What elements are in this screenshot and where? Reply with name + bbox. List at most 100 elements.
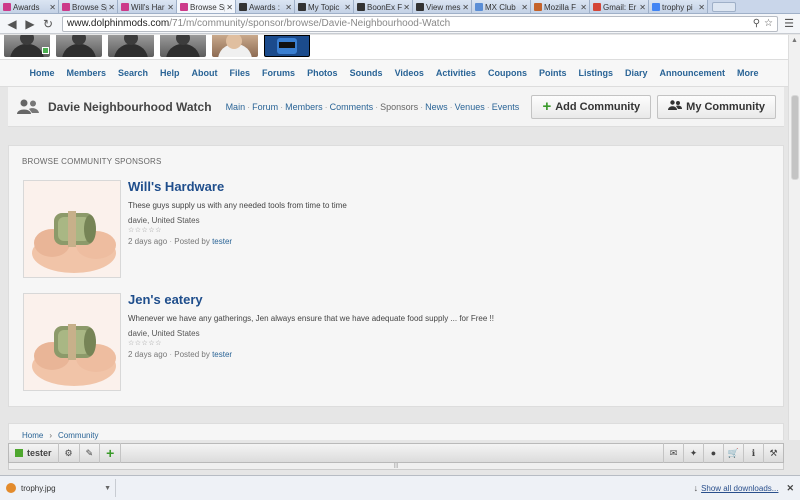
subnav-link-members[interactable]: Members xyxy=(285,102,323,112)
scroll-up-icon[interactable]: ▲ xyxy=(789,35,800,47)
nav-link-forums[interactable]: Forums xyxy=(262,68,295,78)
twitter-icon[interactable]: ✦ xyxy=(683,443,703,463)
back-icon[interactable]: ◀ xyxy=(4,16,20,32)
sponsor-meta: 2 days ago · Posted by tester xyxy=(128,237,233,246)
tab-close-icon[interactable]: ✕ xyxy=(462,3,469,12)
zoom-icon[interactable]: ⚲ xyxy=(753,18,760,29)
browser-tab[interactable]: Browse Sp ✕ xyxy=(59,0,118,13)
subnav-link-forum[interactable]: Forum xyxy=(252,102,278,112)
subnav-link-events[interactable]: Events xyxy=(492,102,520,112)
sponsor-thumbnail[interactable] xyxy=(23,293,121,391)
show-all-downloads-link[interactable]: Show all downloads... xyxy=(701,484,778,493)
wrench-icon[interactable]: ⚒ xyxy=(763,443,783,463)
subnav-link-main[interactable]: Main xyxy=(226,102,246,112)
nav-link-photos[interactable]: Photos xyxy=(307,68,338,78)
tab-close-icon[interactable]: ✕ xyxy=(226,3,233,12)
bookmark-star-icon[interactable]: ☆ xyxy=(764,18,773,29)
nav-link-search[interactable]: Search xyxy=(118,68,148,78)
rating-stars[interactable]: ☆☆☆☆☆ xyxy=(128,339,162,347)
avatar[interactable] xyxy=(160,35,206,57)
browser-tab[interactable]: Will's Har ✕ xyxy=(118,0,177,13)
scrollbar-thumb[interactable] xyxy=(791,95,799,180)
subnav-link-sponsors[interactable]: Sponsors xyxy=(380,102,418,112)
nav-link-activities[interactable]: Activities xyxy=(436,68,476,78)
browser-tab[interactable]: View mes ✕ xyxy=(413,0,472,13)
community-title: Davie Neighbourhood Watch xyxy=(48,99,212,114)
browser-tab-label: My Topic xyxy=(308,2,340,12)
nav-link-files[interactable]: Files xyxy=(230,68,251,78)
nav-link-videos[interactable]: Videos xyxy=(395,68,424,78)
download-item[interactable]: trophy.jpg ▼ xyxy=(6,479,116,497)
page-scrollbar[interactable]: ▲ xyxy=(788,35,800,440)
nav-link-sounds[interactable]: Sounds xyxy=(350,68,383,78)
new-tab-button[interactable] xyxy=(712,2,736,12)
author-link[interactable]: tester xyxy=(212,350,232,359)
mail-icon[interactable]: ✉ xyxy=(663,443,683,463)
subnav-link-news[interactable]: News xyxy=(425,102,448,112)
edit-icon[interactable]: ✎ xyxy=(80,443,101,463)
nav-link-announcement[interactable]: Announcement xyxy=(660,68,726,78)
subnav-link-venues[interactable]: Venues xyxy=(455,102,485,112)
avatar[interactable] xyxy=(56,35,102,57)
tab-close-icon[interactable]: ✕ xyxy=(639,3,646,12)
browser-tab[interactable]: Awards ✕ xyxy=(0,0,59,13)
reload-icon[interactable]: ↻ xyxy=(40,16,56,32)
browser-tab[interactable]: MX Club ✕ xyxy=(472,0,531,13)
nav-link-diary[interactable]: Diary xyxy=(625,68,648,78)
rating-stars[interactable]: ☆☆☆☆☆ xyxy=(128,226,162,234)
cart-icon[interactable]: 🛒 xyxy=(723,443,743,463)
nav-link-more[interactable]: More xyxy=(737,68,759,78)
sponsor-name-link[interactable]: Jen's eatery xyxy=(128,292,203,307)
nav-link-members[interactable]: Members xyxy=(66,68,106,78)
nav-link-about[interactable]: About xyxy=(192,68,218,78)
browser-tab[interactable]: My Topic ✕ xyxy=(295,0,354,13)
avatar[interactable] xyxy=(264,35,310,57)
my-community-button[interactable]: My Community xyxy=(657,94,776,119)
download-shelf: trophy.jpg ▼ ↓ Show all downloads... ✕ xyxy=(0,475,800,500)
browser-tab[interactable]: Awards : ✕ xyxy=(236,0,295,13)
breadcrumb-community[interactable]: Community xyxy=(58,431,98,440)
breadcrumb-home[interactable]: Home xyxy=(22,431,43,440)
avatar[interactable] xyxy=(4,35,50,57)
chevron-down-icon[interactable]: ▼ xyxy=(104,485,111,492)
nav-link-help[interactable]: Help xyxy=(160,68,180,78)
tab-close-icon[interactable]: ✕ xyxy=(285,3,292,12)
nav-link-points[interactable]: Points xyxy=(539,68,567,78)
browser-tab-label: Browse Sp xyxy=(72,2,108,12)
nav-link-coupons[interactable]: Coupons xyxy=(488,68,527,78)
browser-tab[interactable]: Mozilla F ✕ xyxy=(531,0,590,13)
nav-link-listings[interactable]: Listings xyxy=(578,68,613,78)
settings-gear-icon[interactable]: ⚙ xyxy=(59,443,80,463)
tab-close-icon[interactable]: ✕ xyxy=(403,3,410,12)
tab-close-icon[interactable]: ✕ xyxy=(49,3,56,12)
browser-address-bar: ◀ ▶ ↻ www.dolphinmods.com /71/m/communit… xyxy=(0,14,800,34)
browser-menu-icon[interactable]: ☰ xyxy=(782,17,796,30)
subnav-link-comments[interactable]: Comments xyxy=(330,102,374,112)
author-link[interactable]: tester xyxy=(212,237,232,246)
tab-close-icon[interactable]: ✕ xyxy=(698,3,705,12)
toolbar-resize-handle[interactable]: ||| xyxy=(8,463,784,470)
sponsor-name-link[interactable]: Will's Hardware xyxy=(128,179,224,194)
forward-icon[interactable]: ▶ xyxy=(22,16,38,32)
close-icon[interactable]: ✕ xyxy=(786,483,794,494)
browser-tab-label: Browse Sp xyxy=(190,2,226,12)
user-icon[interactable]: ● xyxy=(703,443,723,463)
browser-tab[interactable]: Browse Sp ✕ xyxy=(177,0,236,13)
info-icon[interactable]: ℹ xyxy=(743,443,763,463)
browser-tab[interactable]: Gmail: Er ✕ xyxy=(590,0,649,13)
tab-close-icon[interactable]: ✕ xyxy=(580,3,587,12)
tab-close-icon[interactable]: ✕ xyxy=(167,3,174,12)
nav-link-home[interactable]: Home xyxy=(29,68,54,78)
browser-tab[interactable]: BoonEx F ✕ xyxy=(354,0,413,13)
toolbar-user[interactable]: tester xyxy=(9,443,59,463)
avatar[interactable] xyxy=(108,35,154,57)
add-plus-icon[interactable]: + xyxy=(100,443,122,463)
browser-tab[interactable]: trophy pi ✕ xyxy=(649,0,708,13)
add-community-button[interactable]: + Add Community xyxy=(531,94,652,119)
tab-close-icon[interactable]: ✕ xyxy=(344,3,351,12)
tab-close-icon[interactable]: ✕ xyxy=(521,3,528,12)
sponsor-thumbnail[interactable] xyxy=(23,180,121,278)
avatar[interactable] xyxy=(212,35,258,57)
tab-close-icon[interactable]: ✕ xyxy=(108,3,115,12)
url-input[interactable]: www.dolphinmods.com /71/m/community/spon… xyxy=(62,15,778,32)
